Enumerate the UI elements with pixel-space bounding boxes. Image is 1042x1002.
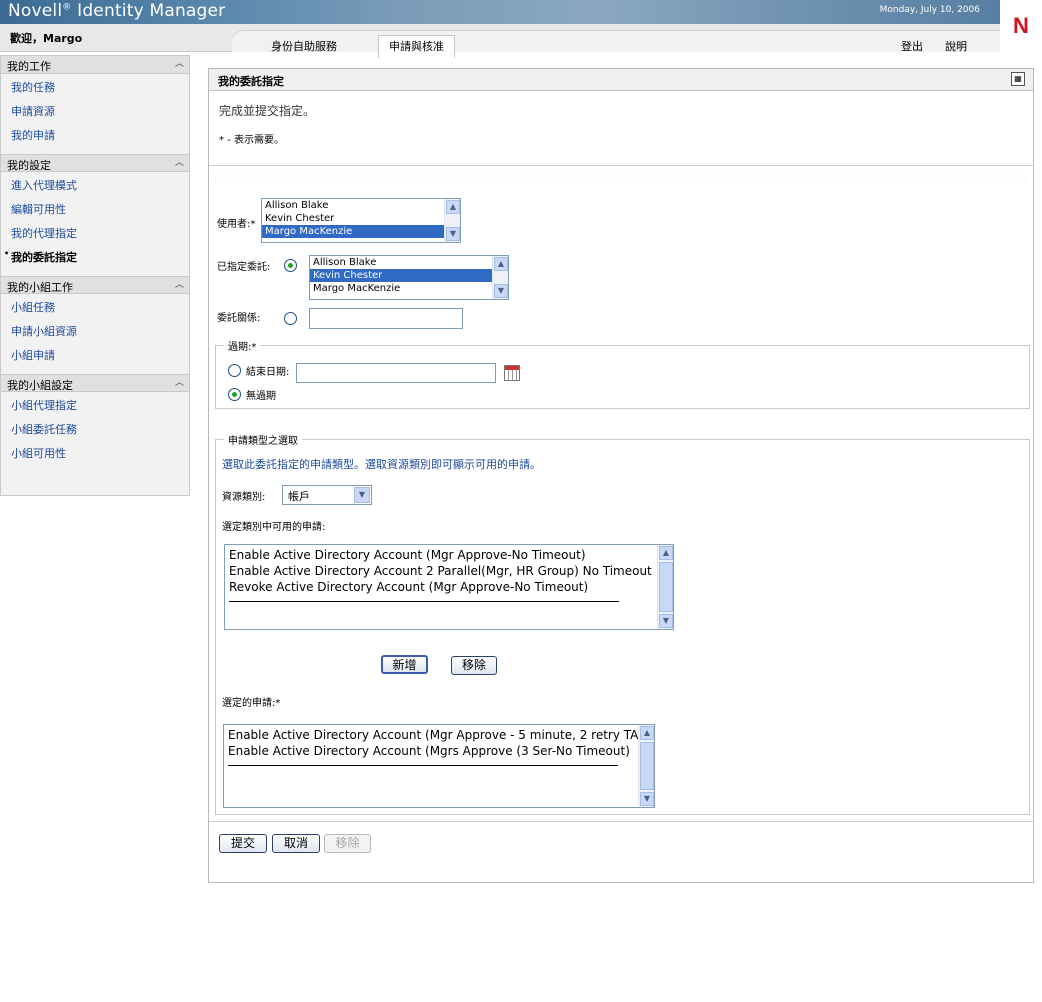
scroll-down-icon[interactable]: ▼	[494, 284, 508, 298]
request-help-text: 選取此委託指定的申請類型。選取資源類別即可顯示可用的申請。	[222, 458, 541, 471]
scrollbar[interactable]: ▲ ▼	[638, 725, 654, 807]
request-type-legend: 申請類型之選取	[224, 432, 302, 447]
sidebar-item-request-resources[interactable]: 申請資源	[1, 98, 189, 122]
remove-button[interactable]: 移除	[451, 656, 497, 675]
scroll-thumb[interactable]	[640, 742, 654, 790]
sidebar-section-my-work[interactable]: 我的工作 ︿	[1, 56, 189, 74]
end-date-label: 結束日期:	[246, 367, 290, 378]
list-item[interactable]: Margo MacKenzie	[310, 282, 508, 295]
collapse-icon[interactable]: ︿	[173, 279, 186, 291]
sidebar-section-my-settings[interactable]: 我的設定 ︿	[1, 154, 189, 172]
cancel-button[interactable]: 取消	[272, 834, 320, 853]
divider	[209, 821, 1033, 822]
novell-logo: N	[1000, 0, 1042, 52]
expiration-fieldset: 過期:* 結束日期: 無過期	[215, 338, 1030, 409]
sidebar-item-team-requests[interactable]: 小組申請	[1, 342, 189, 366]
collapse-icon[interactable]: ︿	[173, 157, 186, 169]
sidebar-item-proxy-mode[interactable]: 進入代理模式	[1, 172, 189, 196]
sidebar: 我的工作 ︿ 我的任務 申請資源 我的申請 我的設定 ︿ 進入代理模式 編輯可用…	[0, 55, 190, 496]
chevron-down-icon[interactable]: ▼	[354, 487, 370, 503]
sidebar-item-team-availability[interactable]: 小組可用性	[1, 440, 189, 464]
collapse-icon[interactable]: ︿	[173, 58, 186, 70]
required-note: * - 表示需要。	[219, 135, 284, 146]
list-item-selected[interactable]: Kevin Chester	[310, 269, 508, 282]
no-expiry-radio[interactable]	[228, 388, 241, 401]
list-item[interactable]: Enable Active Directory Account (Mgrs Ap…	[224, 743, 654, 759]
scroll-down-icon[interactable]: ▼	[640, 792, 654, 806]
app-header-bar: Novell® Identity Manager Monday, July 10…	[0, 0, 1000, 24]
sidebar-item-edit-availability[interactable]: 編輯可用性	[1, 196, 189, 220]
scrollbar[interactable]: ▲ ▼	[492, 256, 508, 299]
help-link[interactable]: 說明	[945, 38, 967, 54]
available-requests-listbox[interactable]: Enable Active Directory Account (Mgr App…	[224, 544, 674, 630]
logout-link[interactable]: 登出	[901, 38, 923, 54]
scroll-up-icon[interactable]: ▲	[659, 546, 673, 560]
expiration-legend: 過期:*	[224, 338, 261, 353]
scroll-up-icon[interactable]: ▲	[640, 726, 654, 740]
scrollbar[interactable]: ▲ ▼	[444, 199, 460, 242]
scroll-thumb[interactable]	[659, 562, 673, 612]
delegate-radio[interactable]	[284, 259, 297, 272]
divider	[209, 165, 1033, 166]
delegate-assignment-panel: 我的委託指定 ▦ 完成並提交指定。 * - 表示需要。 使用者:* Alliso…	[208, 68, 1034, 883]
list-item[interactable]: Enable Active Directory Account (Mgr App…	[224, 727, 654, 743]
list-item[interactable]: Kevin Chester	[262, 212, 460, 225]
list-item-selected[interactable]: Margo MacKenzie	[262, 225, 460, 238]
sidebar-section-team-work[interactable]: 我的小組工作 ︿	[1, 276, 189, 294]
request-type-fieldset: 申請類型之選取 選取此委託指定的申請類型。選取資源類別即可顯示可用的申請。 資源…	[215, 432, 1030, 815]
no-expiry-label: 無過期	[246, 391, 276, 402]
sidebar-item-team-proxy-assignments[interactable]: 小組代理指定	[1, 392, 189, 416]
current-item-bullet-icon: •	[4, 249, 10, 258]
list-item[interactable]: Enable Active Directory Account (Mgr App…	[225, 547, 673, 563]
selected-requests-listbox[interactable]: Enable Active Directory Account (Mgr App…	[223, 724, 655, 808]
sidebar-item-my-tasks[interactable]: 我的任務	[1, 74, 189, 98]
list-item[interactable]: Revoke Active Directory Account (Mgr App…	[225, 579, 673, 595]
user-listbox[interactable]: Allison Blake Kevin Chester Margo MacKen…	[261, 198, 461, 243]
sidebar-item-my-requests[interactable]: 我的申請	[1, 122, 189, 146]
scroll-up-icon[interactable]: ▲	[494, 257, 508, 271]
relationship-label: 委託關係:	[217, 313, 261, 324]
nav-bar: 歡迎，Margo 身份自助服務 申請與核准 登出 說明	[0, 24, 1000, 58]
header-date: Monday, July 10, 2006	[879, 5, 980, 15]
user-label: 使用者:*	[217, 219, 256, 230]
panel-menu-icon[interactable]: ▦	[1011, 72, 1025, 86]
scroll-down-icon[interactable]: ▼	[446, 227, 460, 241]
sidebar-item-team-delegate-assignments[interactable]: 小組委託任務	[1, 416, 189, 440]
panel-title-bar: 我的委託指定 ▦	[209, 69, 1033, 91]
sidebar-item-my-proxy-assignments[interactable]: 我的代理指定	[1, 220, 189, 244]
calendar-icon[interactable]	[504, 365, 520, 381]
delegate-label: 已指定委託:	[217, 262, 271, 273]
page-title: 我的委託指定	[218, 75, 284, 88]
app-brand: Novell® Identity Manager	[8, 1, 226, 21]
sidebar-item-request-team-resources[interactable]: 申請小組資源	[1, 318, 189, 342]
sidebar-item-team-tasks[interactable]: 小組任務	[1, 294, 189, 318]
list-item[interactable]: Allison Blake	[310, 256, 508, 269]
relationship-input[interactable]	[309, 308, 463, 329]
sidebar-section-team-settings[interactable]: 我的小組設定 ︿	[1, 374, 189, 392]
add-button[interactable]: 新增	[381, 655, 428, 674]
selected-requests-label: 選定的申請:*	[222, 698, 281, 709]
tab-identity-self-service[interactable]: 身份自助服務	[271, 38, 337, 54]
collapse-icon[interactable]: ︿	[173, 377, 186, 389]
category-select[interactable]: 帳戶 ▼	[282, 485, 372, 505]
tab-requests-approvals[interactable]: 申請與核准	[378, 35, 455, 58]
list-item[interactable]: Allison Blake	[262, 199, 460, 212]
list-item[interactable]: Enable Active Directory Account 2 Parall…	[225, 563, 673, 579]
submit-button[interactable]: 提交	[219, 834, 267, 853]
delete-button[interactable]: 移除	[324, 834, 371, 853]
intro-text: 完成並提交指定。	[219, 104, 316, 118]
relationship-radio[interactable]	[284, 312, 297, 325]
scrollbar[interactable]: ▲ ▼	[657, 545, 673, 629]
welcome-text: 歡迎，Margo	[10, 32, 83, 45]
end-date-input[interactable]	[296, 363, 496, 383]
scroll-down-icon[interactable]: ▼	[659, 614, 673, 628]
category-label: 資源類別:	[222, 492, 266, 503]
delegate-listbox[interactable]: Allison Blake Kevin Chester Margo MacKen…	[309, 255, 509, 300]
available-requests-label: 選定類別中可用的申請:	[222, 522, 326, 533]
sidebar-item-my-delegate-assignments[interactable]: • 我的委託指定	[1, 244, 189, 268]
scroll-up-icon[interactable]: ▲	[446, 200, 460, 214]
end-date-radio[interactable]	[228, 364, 241, 377]
